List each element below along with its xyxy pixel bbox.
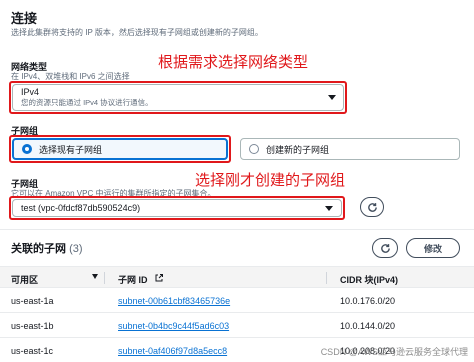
watermark: CSDN @AWS亚马逊云服务全球代理 [320, 347, 468, 357]
radio-selected-icon [22, 144, 32, 154]
table-row: us-east-1a subnet-00b61cbf83465736e 10.0… [0, 288, 474, 313]
subnet-select-value: test (vpc-0fdcf87db590524c9) [21, 203, 141, 213]
radio-existing-subnet-group[interactable]: 选择现有子网组 [12, 138, 228, 160]
row-az: us-east-1a [11, 296, 54, 306]
related-subnets-count: (3) [69, 243, 83, 255]
chevron-down-icon [328, 95, 336, 100]
network-type-value: IPv4 [21, 87, 40, 97]
column-divider [104, 272, 105, 284]
external-link-icon[interactable] [155, 274, 163, 282]
radio-unselected-icon [249, 144, 259, 154]
refresh-subnet-groups-button[interactable] [360, 197, 384, 217]
row-subnet-link[interactable]: subnet-0af406f97d8a5ecc8 [118, 346, 227, 356]
radio-existing-label: 选择现有子网组 [39, 144, 103, 155]
column-header-subnet-id[interactable]: 子网 ID [118, 273, 148, 286]
refresh-subnets-button[interactable] [372, 238, 398, 258]
row-subnet-link[interactable]: subnet-00b61cbf83465736e [118, 296, 230, 306]
table-row: us-east-1b subnet-0b4bc9c44f5ad6c03 10.0… [0, 313, 474, 338]
panel-title: 连接 [11, 11, 38, 26]
row-cidr: 10.0.144.0/20 [340, 321, 396, 331]
network-type-value-desc: 您的资源只能通过 IPv4 协议进行通信。 [21, 98, 153, 107]
related-subnets-title-text: 关联的子网 [11, 243, 66, 255]
refresh-icon [367, 202, 377, 212]
chevron-down-icon [325, 205, 333, 211]
column-divider [326, 272, 327, 284]
sort-icon[interactable] [92, 274, 98, 279]
related-subnets-title: 关联的子网 (3) [11, 240, 83, 256]
edit-subnets-button[interactable]: 修改 [406, 238, 460, 258]
connection-panel: 连接 选择此集群将支持的 IP 版本，然后选择现有子网组或创建新的子网组。 网络… [0, 0, 474, 230]
row-cidr: 10.0.176.0/20 [340, 296, 396, 306]
network-type-select[interactable]: IPv4 您的资源只能通过 IPv4 协议进行通信。 [12, 84, 344, 111]
annotation-network-type: 根据需求选择网络类型 [158, 54, 309, 71]
row-az: us-east-1b [11, 321, 54, 331]
refresh-icon [380, 243, 390, 253]
panel-description: 选择此集群将支持的 IP 版本，然后选择现有子网组或创建新的子网组。 [11, 28, 263, 37]
radio-new-label: 创建新的子网组 [266, 144, 330, 155]
subnets-table-header: 可用区 子网 ID CIDR 块(IPv4) [0, 266, 474, 288]
subnet-group-select[interactable]: test (vpc-0fdcf87db590524c9) [12, 199, 342, 217]
annotation-subnet-group: 选择刚才创建的子网组 [195, 172, 346, 189]
radio-new-subnet-group[interactable]: 创建新的子网组 [240, 138, 460, 160]
column-header-cidr[interactable]: CIDR 块(IPv4) [340, 273, 398, 286]
column-header-az[interactable]: 可用区 [11, 273, 38, 286]
edit-button-label: 修改 [423, 243, 442, 254]
row-subnet-link[interactable]: subnet-0b4bc9c44f5ad6c03 [118, 321, 229, 331]
row-az: us-east-1c [11, 346, 54, 356]
